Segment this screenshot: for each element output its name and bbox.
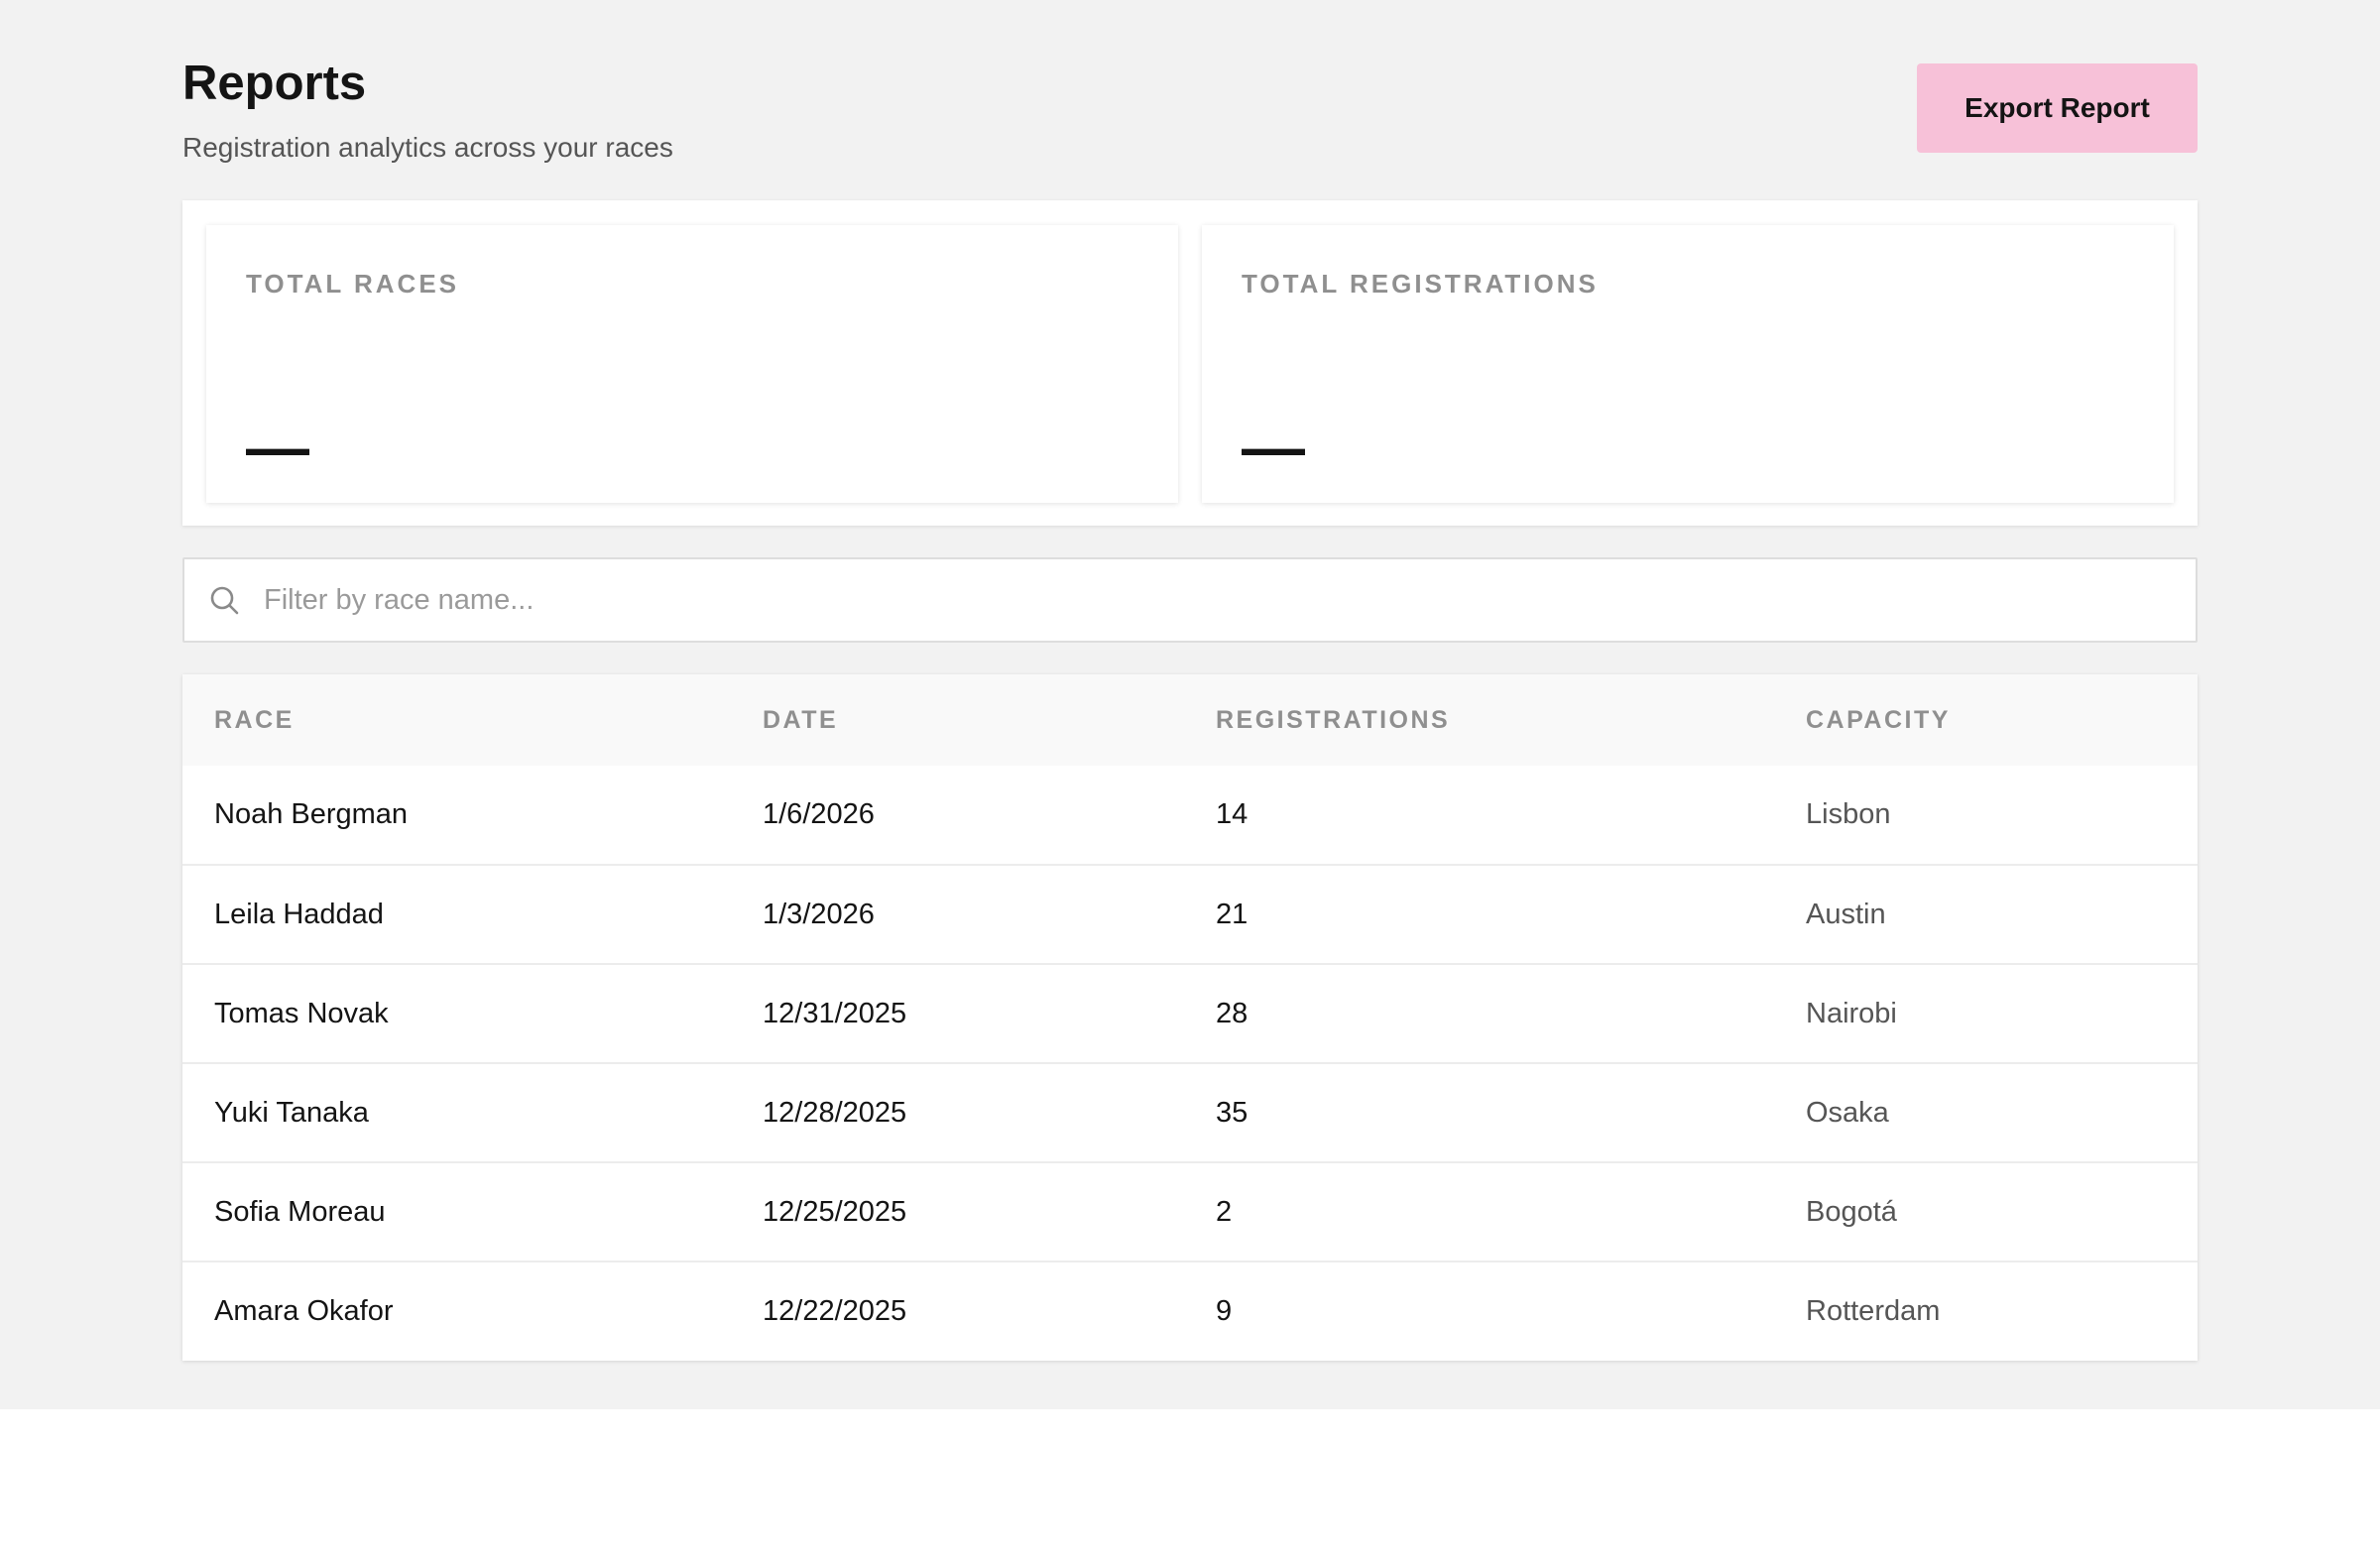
table-header: RACE DATE REGISTRATIONS CAPACITY [182, 674, 2198, 766]
race-filter-input[interactable] [262, 567, 2170, 633]
column-header-registrations[interactable]: REGISTRATIONS [1184, 674, 1774, 766]
capacity-cell: Rotterdam [1806, 1295, 1941, 1327]
capacity-cell: Osaka [1806, 1096, 1889, 1129]
column-header-race[interactable]: RACE [182, 674, 731, 766]
registrations-cell: 35 [1216, 1096, 1249, 1129]
race-date-cell: 12/22/2025 [763, 1295, 907, 1327]
total-registrations-card: TOTAL REGISTRATIONS — [1202, 225, 2174, 503]
race-name-cell: Leila Haddad [214, 898, 384, 930]
registrations-cell: 2 [1216, 1195, 1233, 1228]
table-row[interactable]: Amara Okafor 12/22/2025 9 Rotterdam [182, 1262, 2198, 1361]
column-header-capacity[interactable]: CAPACITY [1774, 674, 2198, 766]
race-name-cell: Amara Okafor [214, 1295, 394, 1327]
capacity-cell: Austin [1806, 898, 1886, 930]
registrations-cell: 14 [1216, 798, 1249, 830]
capacity-cell: Lisbon [1806, 798, 1891, 830]
total-races-card: TOTAL RACES — [206, 225, 1178, 503]
table-row[interactable]: Sofia Moreau 12/25/2025 2 Bogotá [182, 1162, 2198, 1262]
race-date-cell: 1/6/2026 [763, 798, 875, 830]
table-row[interactable]: Tomas Novak 12/31/2025 28 Nairobi [182, 964, 2198, 1063]
race-name-cell: Tomas Novak [214, 997, 389, 1029]
reports-page: Reports Registration analytics across yo… [0, 0, 2380, 1409]
total-registrations-value: — [1242, 412, 1305, 483]
races-table-card: RACE DATE REGISTRATIONS CAPACITY Noah Be… [182, 674, 2198, 1361]
page-subtitle: Registration analytics across your races [182, 132, 673, 163]
content-container: Reports Registration analytics across yo… [182, 0, 2198, 1361]
page-title: Reports [182, 57, 367, 110]
total-races-label: TOTAL RACES [246, 269, 460, 299]
table-row[interactable]: Noah Bergman 1/6/2026 14 Lisbon [182, 766, 2198, 865]
race-name-cell: Sofia Moreau [214, 1195, 386, 1228]
table-body: Noah Bergman 1/6/2026 14 Lisbon Leila Ha… [182, 766, 2198, 1361]
table-row[interactable]: Leila Haddad 1/3/2026 21 Austin [182, 865, 2198, 964]
race-name-cell: Noah Bergman [214, 798, 409, 830]
stats-panel: TOTAL RACES — TOTAL REGISTRATIONS — [182, 200, 2198, 526]
total-races-value: — [246, 412, 309, 483]
race-date-cell: 1/3/2026 [763, 898, 875, 930]
table-header-row: RACE DATE REGISTRATIONS CAPACITY [182, 674, 2198, 766]
search-icon [210, 586, 239, 615]
table-row[interactable]: Yuki Tanaka 12/28/2025 35 Osaka [182, 1063, 2198, 1162]
race-date-cell: 12/31/2025 [763, 997, 907, 1029]
registrations-cell: 21 [1216, 898, 1249, 930]
races-table: RACE DATE REGISTRATIONS CAPACITY Noah Be… [182, 674, 2198, 1361]
column-header-date[interactable]: DATE [731, 674, 1184, 766]
page-header: Reports Registration analytics across yo… [182, 0, 2198, 200]
registrations-cell: 28 [1216, 997, 1249, 1029]
export-report-button[interactable]: Export Report [1917, 63, 2198, 153]
search-box [182, 557, 2198, 643]
race-date-cell: 12/28/2025 [763, 1096, 907, 1129]
race-date-cell: 12/25/2025 [763, 1195, 907, 1228]
registrations-cell: 9 [1216, 1295, 1233, 1327]
total-registrations-label: TOTAL REGISTRATIONS [1242, 269, 1599, 299]
capacity-cell: Nairobi [1806, 997, 1897, 1029]
race-name-cell: Yuki Tanaka [214, 1096, 369, 1129]
capacity-cell: Bogotá [1806, 1195, 1897, 1228]
